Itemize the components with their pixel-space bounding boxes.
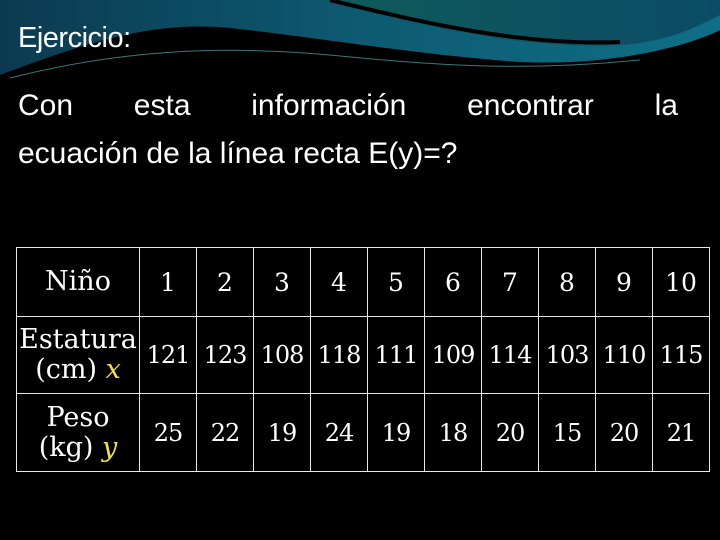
- child-number: 2: [196, 247, 254, 317]
- height-value: 110: [595, 316, 653, 394]
- child-number: 10: [652, 247, 710, 317]
- prompt-word: la: [654, 89, 678, 122]
- child-number: 3: [253, 247, 311, 317]
- data-table: Niño 1 2 3 4 5 6 7 8 9 10 Estatura (cm) …: [16, 247, 710, 472]
- prompt-line-1: Con esta información encontrar la: [18, 82, 678, 130]
- height-value: 121: [139, 316, 197, 394]
- variable-y: y: [102, 431, 118, 463]
- height-value: 118: [310, 316, 368, 394]
- slide-title: Ejercicio:: [18, 22, 131, 54]
- child-number: 4: [310, 247, 368, 317]
- child-number: 6: [424, 247, 482, 317]
- row-label-height: Estatura (cm) x: [16, 316, 140, 394]
- weight-value: 19: [367, 393, 425, 472]
- child-number: 7: [481, 247, 539, 317]
- table-row-weight: Peso (kg) y 25 22 19 24 19 18 20 15 20 2…: [16, 393, 710, 472]
- weight-value: 24: [310, 393, 368, 472]
- row-label-line1: Peso: [46, 401, 110, 433]
- table-row-height: Estatura (cm) x 121 123 108 118 111 109 …: [16, 316, 710, 394]
- header-label: Niño: [16, 247, 140, 317]
- prompt-line-2: ecuación de la línea recta E(y)=?: [18, 137, 458, 170]
- height-value: 108: [253, 316, 311, 394]
- variable-x: x: [105, 354, 121, 385]
- weight-value: 20: [595, 393, 653, 472]
- height-value: 109: [424, 316, 482, 394]
- weight-value: 21: [652, 393, 710, 472]
- child-number: 1: [139, 247, 197, 317]
- prompt-word: esta: [133, 89, 191, 122]
- height-value: 103: [538, 316, 596, 394]
- exercise-prompt: Con esta información encontrar la ecuaci…: [18, 82, 678, 178]
- row-label-unit: (kg): [38, 431, 94, 463]
- child-number: 8: [538, 247, 596, 317]
- prompt-word: información: [251, 89, 407, 122]
- height-value: 114: [481, 316, 539, 394]
- child-number: 5: [367, 247, 425, 317]
- prompt-word: encontrar: [467, 89, 594, 122]
- weight-value: 25: [139, 393, 197, 472]
- weight-value: 19: [253, 393, 311, 472]
- prompt-word: Con: [18, 89, 74, 122]
- weight-value: 15: [538, 393, 596, 472]
- row-label-line1: Estatura: [19, 324, 137, 355]
- child-number: 9: [595, 247, 653, 317]
- height-value: 111: [367, 316, 425, 394]
- height-value: 123: [196, 316, 254, 394]
- weight-value: 18: [424, 393, 482, 472]
- height-value: 115: [652, 316, 710, 394]
- weight-value: 22: [196, 393, 254, 472]
- weight-value: 20: [481, 393, 539, 472]
- table-header-row: Niño 1 2 3 4 5 6 7 8 9 10: [16, 247, 710, 317]
- row-label-weight: Peso (kg) y: [16, 393, 140, 472]
- row-label-unit: (cm): [35, 354, 97, 385]
